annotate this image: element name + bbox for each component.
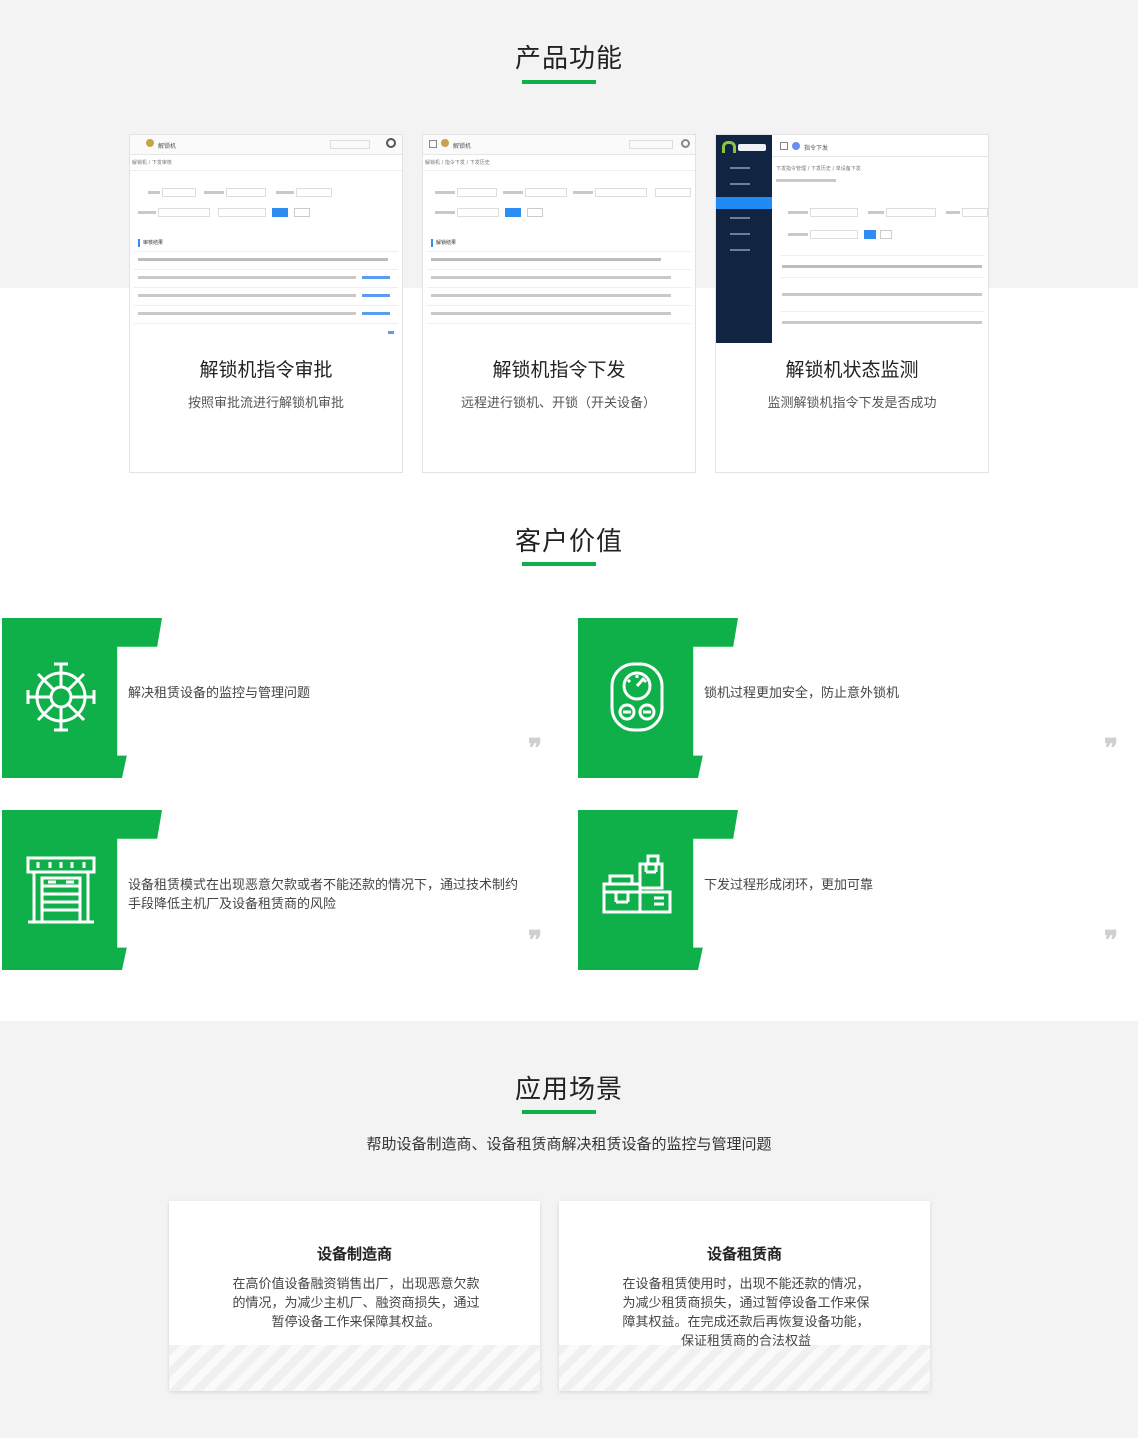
screen-header: 指令下发 [804,145,829,152]
approval-screenshot: 解锁机 解锁机 / 下发审核 审核结果 [130,135,402,343]
gear-wheel-icon [26,662,96,732]
feature-desc: 按照审批流进行解锁机审批 [187,396,344,411]
breadcrumb: 解锁机 / 下发审核 [130,155,402,171]
menu-icon [429,140,437,148]
menu-icon [780,142,788,150]
quote-icon: ❞ [528,926,542,956]
avatar [441,139,449,147]
dispatch-screenshot: 解锁机 解锁机 / 指令下发 / 下发历史 解锁结果 [423,135,695,343]
feature-title: 解锁机状态监测 [785,359,919,381]
value-text: 设备租赁模式在出现恶意欠款或者不能还款的情况下，通过技术制约手段降低主机厂及设备… [128,878,519,912]
boxes-icon [602,854,672,914]
quote-icon: ❞ [1104,926,1118,956]
quote-icon: ❞ [1104,734,1118,764]
value-text: 下发过程形成闭环，更加可靠 [704,878,874,893]
card-stripes [559,1345,930,1391]
value-item: 锁机过程更加安全，防止意外锁机 ❞ [578,618,1138,778]
scenario-desc: 在设备租赁使用时，出现不能还款的情况，为减少租赁商损失，通过暂停设备工作来保障其… [622,1277,870,1349]
breadcrumb: 下发指令管理 / 下发历史 / 单设备下发 [776,166,861,172]
quote-icon: ❞ [528,734,542,764]
scenario-desc: 在高价值设备融资销售出厂，出现恶意欠款的情况，为减少主机厂、融资商损失，通过暂停… [232,1277,480,1330]
monitor-screenshot: 指令下发 下发指令管理 / 下发历史 / 单设备下发 [716,135,988,343]
feature-card-monitor[interactable]: 指令下发 下发指令管理 / 下发历史 / 单设备下发 解锁机状态监测 监测解锁机… [715,134,989,473]
feature-title: 解锁机指令审批 [199,359,333,381]
logo [722,141,766,153]
values-title: 客户价值 [514,527,623,557]
scenario-title: 设备租赁商 [706,1245,782,1263]
section-label: 解锁结果 [436,240,457,246]
features-title-underline [522,80,596,84]
section-label: 审核结果 [143,240,164,246]
sidebar [716,135,772,343]
scenario-title: 设备制造商 [316,1245,392,1263]
value-item: 设备租赁模式在出现恶意欠款或者不能还款的情况下，通过技术制约手段降低主机厂及设备… [2,810,562,970]
value-item: 解决租赁设备的监控与管理问题 ❞ [2,618,562,778]
scenarios-title-underline [522,1110,596,1114]
value-item: 下发过程形成闭环，更加可靠 ❞ [578,810,1138,970]
breadcrumb: 解锁机 / 指令下发 / 下发历史 [423,155,695,171]
feature-title: 解锁机指令下发 [492,359,626,381]
scenario-card-lessor: 设备租赁商 在设备租赁使用时，出现不能还款的情况，为减少租赁商损失，通过暂停设备… [559,1201,930,1391]
avatar [146,139,154,147]
avatar [792,142,800,150]
scenarios-subtitle: 帮助设备制造商、设备租赁商解决租赁设备的监控与管理问题 [366,1135,772,1153]
notification-icon [681,139,690,148]
gauge-device-icon [610,662,664,732]
features-title: 产品功能 [514,44,623,74]
card-stripes [169,1345,540,1391]
value-text: 锁机过程更加安全，防止意外锁机 [704,686,900,701]
screen-header: 解锁机 [453,143,472,150]
feature-card-dispatch[interactable]: 解锁机 解锁机 / 指令下发 / 下发历史 解锁结果 解锁机指令下发 远程进行锁… [422,134,696,473]
feature-desc: 监测解锁机指令下发是否成功 [767,396,937,411]
scenarios-title: 应用场景 [514,1075,623,1105]
screen-header: 解锁机 [158,143,177,150]
feature-card-approval[interactable]: 解锁机 解锁机 / 下发审核 审核结果 解锁机指令审批 按照审批流进行解锁机审批 [129,134,403,473]
values-title-underline [522,562,596,566]
warehouse-icon [26,856,96,924]
scenario-card-manufacturer: 设备制造商 在高价值设备融资销售出厂，出现恶意欠款的情况，为减少主机厂、融资商损… [169,1201,540,1391]
notification-icon [386,138,396,148]
feature-desc: 远程进行锁机、开锁（开关设备） [461,396,657,411]
value-text: 解决租赁设备的监控与管理问题 [128,686,311,701]
